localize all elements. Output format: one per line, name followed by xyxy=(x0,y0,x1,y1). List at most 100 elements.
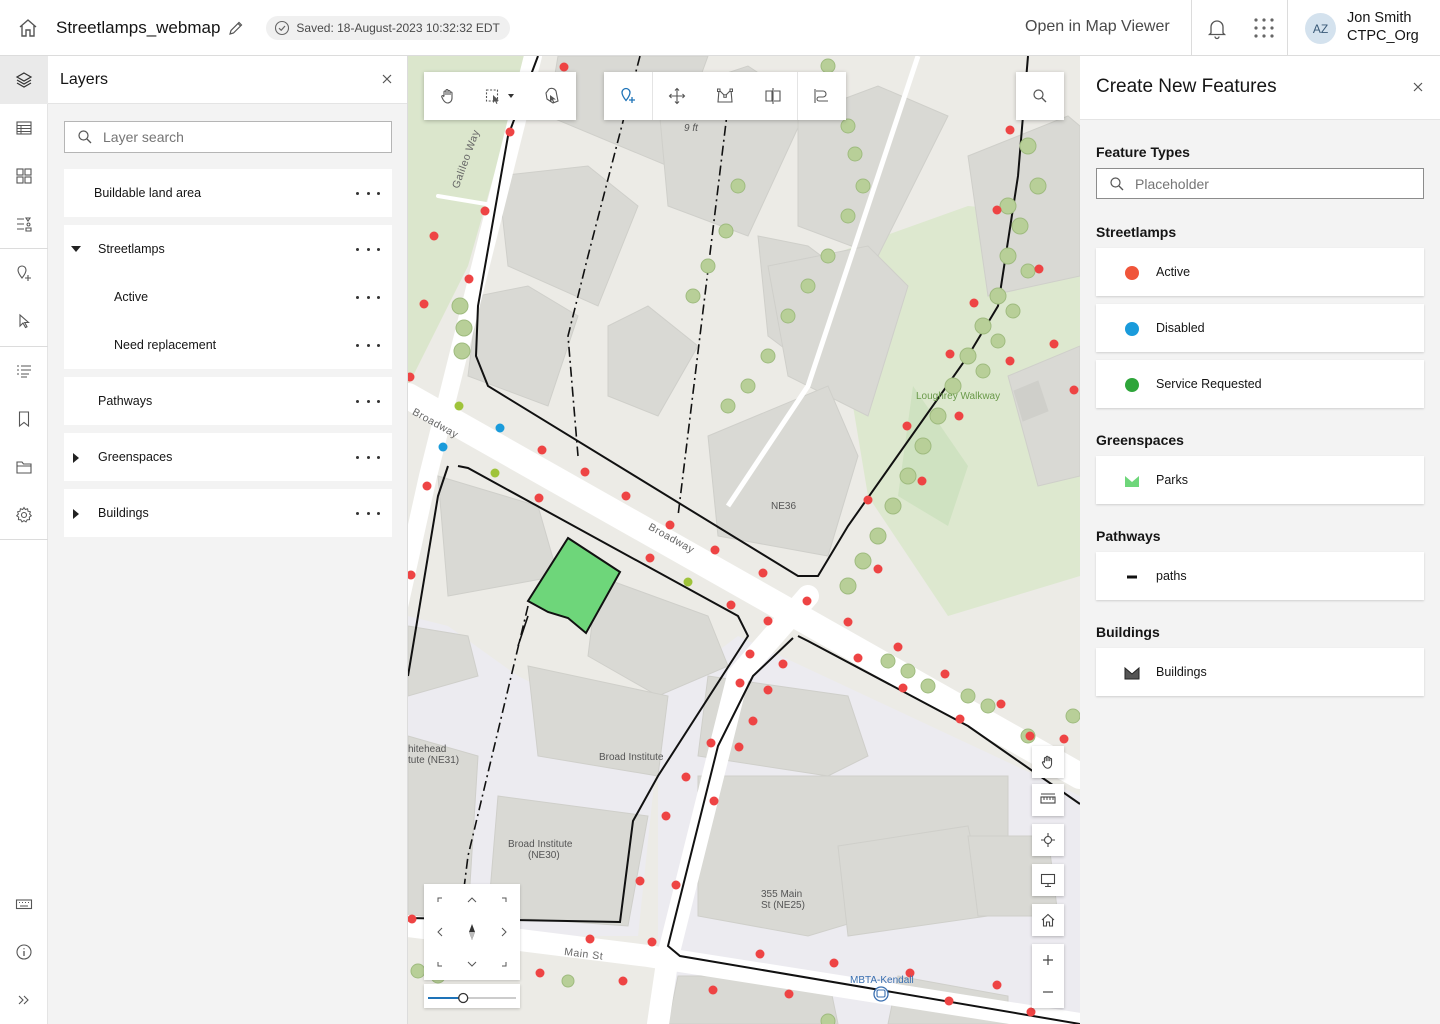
layer-label: Streetlamps xyxy=(98,242,165,256)
layer-options-button[interactable] xyxy=(356,241,380,257)
zoom-in-button[interactable] xyxy=(1042,944,1054,976)
lasso-select-button[interactable] xyxy=(528,72,576,120)
split-button[interactable] xyxy=(749,72,797,120)
close-create-panel-button[interactable] xyxy=(1412,80,1424,98)
close-layers-button[interactable] xyxy=(381,72,393,90)
nav-pad-arrows[interactable] xyxy=(424,884,520,980)
layer-item-greenspaces[interactable]: Greenspaces xyxy=(64,433,392,481)
feature-type-disabled[interactable]: Disabled xyxy=(1096,304,1424,352)
feature-type-active[interactable]: Active xyxy=(1096,248,1424,296)
map-title: Streetlamps_webmap xyxy=(56,17,221,37)
layer-options-button[interactable] xyxy=(356,449,380,465)
hand-icon xyxy=(1041,755,1053,769)
plus-icon xyxy=(1043,955,1053,965)
search-icon xyxy=(1110,176,1124,190)
layer-options-button[interactable] xyxy=(356,289,380,305)
expand-button[interactable] xyxy=(0,976,48,1024)
layer-options-button[interactable] xyxy=(356,505,380,521)
feature-type-buildings[interactable]: Buildings xyxy=(1096,648,1424,696)
layer-options-button[interactable] xyxy=(356,337,380,353)
reshape-button[interactable] xyxy=(701,72,749,120)
folder-button[interactable] xyxy=(0,443,48,491)
map-search-button[interactable] xyxy=(1016,72,1064,120)
layer-item-buildable[interactable]: Buildable land area xyxy=(64,169,392,217)
select-by-rectangle-button[interactable] xyxy=(472,72,528,120)
bell-icon xyxy=(1207,20,1227,40)
measure-button[interactable] xyxy=(1032,784,1064,816)
list-button[interactable] xyxy=(0,347,48,395)
layer-item-need-replacement[interactable]: Need replacement xyxy=(64,321,392,369)
zoom-out-button[interactable] xyxy=(1042,976,1054,1008)
keyboard-shortcuts-button[interactable] xyxy=(0,880,48,928)
layers-button[interactable] xyxy=(0,56,48,104)
label-whitehead-2: tute (NE31) xyxy=(408,755,460,766)
green-point-icon xyxy=(1125,378,1139,392)
edit-title-button[interactable] xyxy=(228,20,244,36)
group-heading-buildings: Buildings xyxy=(1096,624,1160,640)
trace-button[interactable] xyxy=(798,72,846,120)
layer-label: Greenspaces xyxy=(98,450,173,464)
feature-type-paths[interactable]: paths xyxy=(1096,552,1424,600)
layer-row: Buildings xyxy=(64,489,392,537)
fullscreen-button[interactable] xyxy=(1032,864,1064,896)
zoom-slider[interactable] xyxy=(424,984,520,1008)
settings-button[interactable] xyxy=(0,491,48,539)
feature-type-search-input[interactable] xyxy=(1096,168,1424,199)
pan-tool-button[interactable] xyxy=(424,72,472,120)
layer-item-active[interactable]: Active xyxy=(64,273,392,321)
layer-options-button[interactable] xyxy=(356,393,380,409)
user-org[interactable]: CTPC_Org xyxy=(1347,28,1419,44)
table-icon xyxy=(16,121,32,135)
layer-row: Pathways xyxy=(64,377,392,425)
info-button[interactable] xyxy=(0,928,48,976)
layers-icon xyxy=(15,72,33,88)
split-icon xyxy=(765,88,781,104)
map-view[interactable]: 9 ft Galileo Way Broadway Broadway Lough… xyxy=(408,56,1080,1024)
create-features-button[interactable] xyxy=(0,249,48,297)
group-heading-greenspaces: Greenspaces xyxy=(1096,432,1184,448)
layer-item-buildings[interactable]: Buildings xyxy=(64,489,392,537)
select-button[interactable] xyxy=(0,297,48,345)
label-broad-ne30: Broad Institute xyxy=(508,839,573,850)
red-point-icon xyxy=(1125,266,1139,280)
action-bar-divider xyxy=(0,539,48,540)
avatar[interactable]: AZ xyxy=(1305,13,1336,44)
bookmarks-button[interactable] xyxy=(0,395,48,443)
user-name[interactable]: Jon Smith xyxy=(1347,10,1411,26)
app-launcher-button[interactable] xyxy=(1252,16,1276,45)
panel-title: Layers xyxy=(60,71,109,88)
layer-options-button[interactable] xyxy=(356,185,380,201)
caret-right-icon[interactable] xyxy=(70,508,82,520)
move-button[interactable] xyxy=(653,72,701,120)
layer-label: Need replacement xyxy=(114,338,217,352)
caret-right-icon[interactable] xyxy=(70,452,82,464)
table-button[interactable] xyxy=(0,104,48,152)
group-heading-pathways: Pathways xyxy=(1096,528,1161,544)
layer-search-input[interactable] xyxy=(64,121,392,153)
layers-panel-header: Layers xyxy=(48,56,407,104)
notifications-button[interactable] xyxy=(1205,16,1229,45)
layer-item-pathways[interactable]: Pathways xyxy=(64,377,392,425)
basemap-button[interactable] xyxy=(0,152,48,200)
locate-button[interactable] xyxy=(1032,824,1064,856)
feature-type-label: paths xyxy=(1156,569,1187,583)
create-point-button[interactable] xyxy=(604,72,652,120)
basemap-icon xyxy=(16,168,32,184)
layer-item-streetlamps[interactable]: Streetlamps xyxy=(64,225,392,273)
move-icon xyxy=(668,87,686,105)
feature-type-search-field[interactable] xyxy=(1135,175,1415,192)
feature-type-service-requested[interactable]: Service Requested xyxy=(1096,360,1424,408)
info-icon xyxy=(16,944,32,960)
feature-type-parks[interactable]: Parks xyxy=(1096,456,1424,504)
default-extent-button[interactable] xyxy=(1032,904,1064,936)
legend-button[interactable] xyxy=(0,200,48,248)
caret-down-icon[interactable] xyxy=(70,244,82,254)
label-whitehead: hitehead xyxy=(408,744,447,755)
home-icon xyxy=(19,18,37,37)
feature-type-label: Active xyxy=(1156,265,1191,279)
ruler-icon xyxy=(1040,793,1056,804)
home-button[interactable] xyxy=(0,0,56,56)
open-in-map-viewer-link[interactable]: Open in Map Viewer xyxy=(1025,18,1170,36)
layer-search-field[interactable] xyxy=(103,129,383,145)
pan-mode-button[interactable] xyxy=(1032,746,1064,778)
